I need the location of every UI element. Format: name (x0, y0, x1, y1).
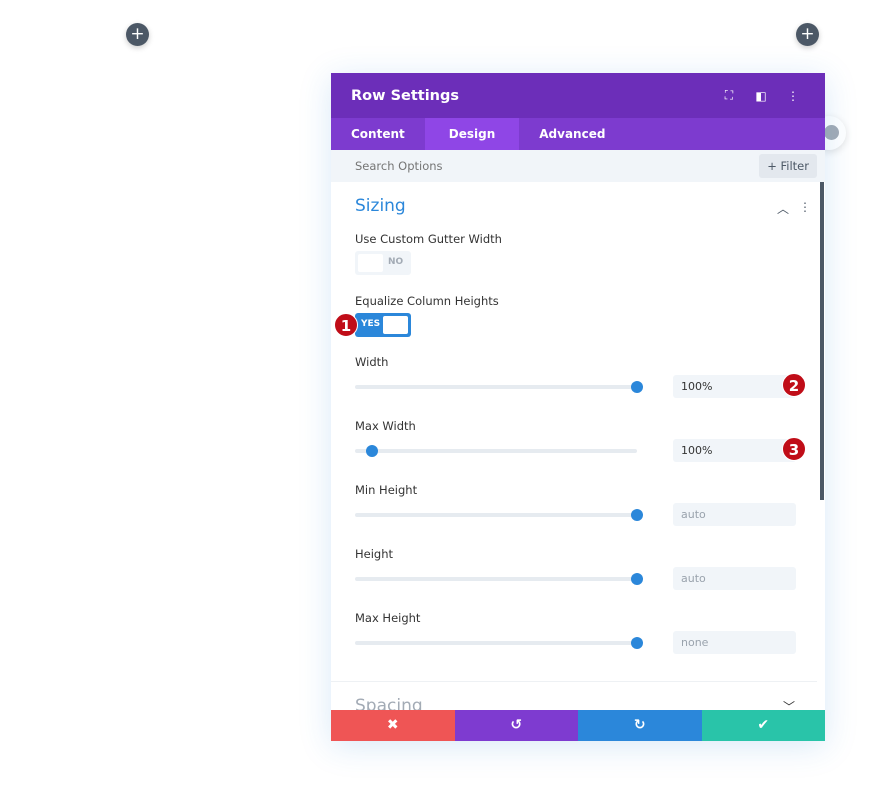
section-title[interactable]: Sizing (355, 196, 406, 216)
redo-button[interactable]: ↻ (578, 710, 702, 741)
search-input[interactable] (355, 159, 760, 173)
gutter-label: Use Custom Gutter Width (355, 232, 502, 246)
slider-handle[interactable] (631, 509, 643, 521)
redo-icon: ↻ (633, 717, 646, 733)
sidebar-layout-icon[interactable]: ◧ (749, 89, 773, 103)
more-vertical-icon[interactable]: ⋮ (799, 200, 811, 217)
annotation-badge: 3 (782, 437, 806, 461)
search-bar: + Filter (331, 150, 825, 182)
globe-icon (824, 125, 839, 140)
undo-button[interactable]: ↺ (454, 710, 578, 741)
modal-header: Row Settings ⛶ ◧ ⋮ (331, 73, 825, 118)
max-height-label: Max Height (355, 611, 421, 625)
tab-content[interactable]: Content (331, 118, 425, 150)
slider-handle[interactable] (631, 573, 643, 585)
tab-bar: Content Design Advanced (331, 118, 825, 150)
cancel-icon: ✖ (386, 717, 399, 733)
height-label: Height (355, 547, 394, 561)
filter-button[interactable]: + Filter (759, 154, 817, 178)
min-height-slider[interactable] (355, 509, 643, 521)
cancel-button[interactable]: ✖ (331, 710, 455, 741)
max-width-input[interactable]: 100% (673, 439, 796, 462)
tab-advanced[interactable]: Advanced (519, 118, 625, 150)
annotation-badge: 1 (334, 313, 358, 337)
slider-handle[interactable] (365, 445, 378, 457)
settings-body: Sizing ︿ ⋮ Use Custom Gutter Width NO Equ… (331, 182, 825, 716)
width-slider[interactable] (355, 381, 643, 393)
row-settings-modal: Row Settings ⛶ ◧ ⋮ Content Design Advanc… (331, 73, 825, 741)
toggle-text: NO (388, 257, 404, 267)
gutter-toggle[interactable]: NO (355, 251, 411, 275)
annotation-badge: 2 (782, 373, 806, 397)
equalize-toggle[interactable]: YES (355, 313, 411, 337)
undo-icon: ↺ (510, 717, 523, 733)
min-height-label: Min Height (355, 483, 418, 497)
chevron-up-icon[interactable]: ︿ (777, 200, 789, 217)
toggle-text: YES (361, 319, 381, 329)
slider-handle[interactable] (631, 381, 643, 393)
fullscreen-icon[interactable]: ⛶ (717, 88, 741, 103)
add-section-button[interactable]: + (796, 23, 819, 46)
modal-footer: ✖ ↺ ↻ ✔ (331, 710, 825, 741)
save-icon: ✔ (757, 717, 770, 733)
equalize-label: Equalize Column Heights (355, 294, 499, 308)
max-height-slider[interactable] (355, 637, 643, 649)
save-button[interactable]: ✔ (701, 710, 825, 741)
max-width-slider[interactable] (355, 445, 637, 457)
width-input[interactable]: 100% (673, 375, 796, 398)
more-vertical-icon[interactable]: ⋮ (781, 89, 805, 103)
width-label: Width (355, 355, 389, 369)
tab-design[interactable]: Design (424, 118, 520, 150)
max-width-label: Max Width (355, 419, 416, 433)
height-slider[interactable] (355, 573, 643, 585)
height-input[interactable]: auto (673, 567, 796, 590)
max-height-input[interactable]: none (673, 631, 796, 654)
slider-handle[interactable] (631, 637, 643, 649)
scrollbar[interactable] (820, 182, 824, 500)
min-height-input[interactable]: auto (673, 503, 796, 526)
modal-title: Row Settings (351, 87, 460, 104)
divider (331, 681, 817, 682)
add-section-button[interactable]: + (126, 23, 149, 46)
